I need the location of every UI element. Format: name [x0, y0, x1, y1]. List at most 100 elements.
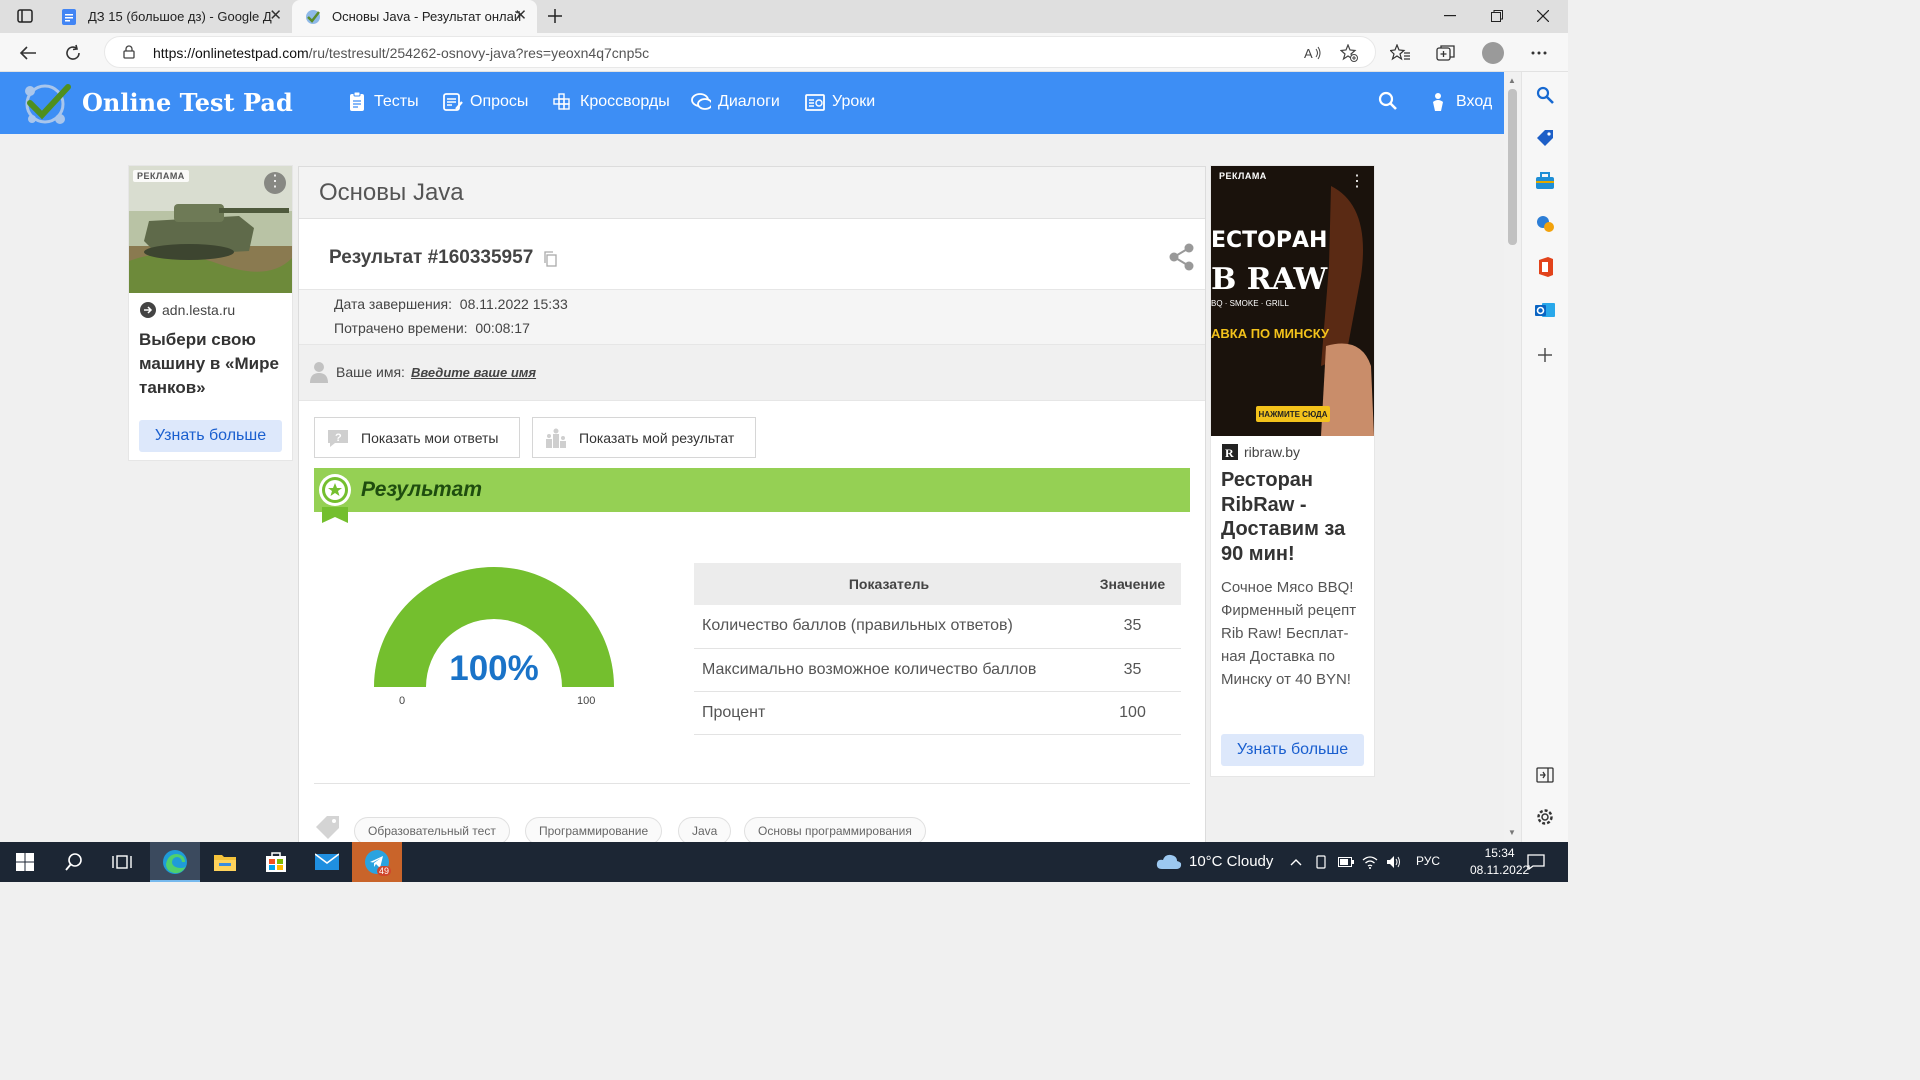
site-logo-text[interactable]: Online Test Pad: [82, 88, 293, 117]
ad-learn-more-button[interactable]: Узнать больше: [139, 420, 282, 452]
table-row: Максимально возможное количество баллов …: [694, 648, 1181, 692]
logo-icon[interactable]: [20, 79, 74, 127]
ad-left[interactable]: РЕКЛАМА ⋮ adn.lesta.ru Выбери свою машин…: [128, 165, 293, 461]
volume-icon[interactable]: [1386, 854, 1402, 870]
hide-sidebar-icon[interactable]: [1534, 764, 1556, 786]
tag-chip[interactable]: Образовательный тест: [354, 817, 510, 842]
ad-right[interactable]: РЕКЛАМА ⋮ ЕСТОРАН B RAW BQ · SMOKE · GRI…: [1210, 165, 1375, 777]
add-favorite-icon[interactable]: [1339, 43, 1359, 63]
gauge-max-label: 100: [577, 695, 596, 707]
copy-icon[interactable]: [543, 251, 557, 267]
settings-gear-icon[interactable]: [1534, 806, 1556, 828]
tag-chip[interactable]: Java: [678, 817, 732, 842]
scroll-up-icon[interactable]: ▲: [1508, 76, 1516, 85]
edge-browser-icon[interactable]: [161, 848, 189, 876]
refresh-icon[interactable]: [61, 41, 85, 65]
favorites-icon[interactable]: [1388, 41, 1412, 65]
ad-domain: adn.lesta.ru: [162, 302, 236, 318]
ad-options-icon[interactable]: ⋮: [1346, 172, 1368, 194]
ad-label: РЕКЛАМА: [1219, 171, 1267, 181]
test-title-bar: Основы Java: [299, 167, 1205, 219]
tab-title: ДЗ 15 (большое дз) - Google Д: [88, 9, 272, 24]
site-header: Online Test Pad Тесты Опросы Кроссворды …: [0, 72, 1504, 134]
menu-lessons[interactable]: Уроки: [805, 92, 875, 112]
google-docs-icon: [62, 8, 76, 25]
url-path: /ru/testresult/254262-osnovy-java?res=ye…: [308, 45, 650, 61]
task-view-icon[interactable]: [108, 848, 136, 876]
windows-taskbar: 49 10°C Cloudy РУС 15:34 08.11.2022: [0, 842, 1568, 882]
collections-icon[interactable]: [1434, 41, 1458, 65]
url-text[interactable]: https://onlinetestpad.com/ru/testresult/…: [153, 45, 649, 61]
microsoft-store-icon[interactable]: [262, 848, 290, 876]
read-aloud-icon[interactable]: A: [1303, 43, 1323, 63]
login-link[interactable]: Вход: [1430, 92, 1492, 112]
time-spent-label: Потрачено времени:: [334, 320, 468, 336]
tag-chip[interactable]: Программирование: [525, 817, 663, 842]
ad-body: Сочное Мясо BBQ! Фирменный рецепт Rib Ra…: [1221, 579, 1357, 688]
scroll-thumb[interactable]: [1508, 89, 1517, 245]
page-scrollbar[interactable]: ▲ ▼: [1504, 72, 1521, 842]
finish-date-row: Дата завершения: 08.11.2022 15:33: [334, 296, 568, 312]
column-header: Показатель: [694, 563, 1084, 605]
mail-icon[interactable]: [313, 848, 341, 876]
tab-actions-icon[interactable]: [13, 6, 37, 26]
menu-polls[interactable]: Опросы: [443, 92, 528, 112]
menu-crosswords[interactable]: Кроссворды: [553, 92, 670, 112]
result-title: Результат #160335957: [329, 247, 534, 268]
profile-avatar[interactable]: [1482, 42, 1504, 64]
outlook-icon[interactable]: [1534, 299, 1556, 321]
weather-widget[interactable]: 10°C Cloudy: [1156, 852, 1273, 870]
show-result-button[interactable]: Показать мой результат: [532, 417, 756, 458]
name-label: Ваше имя:: [336, 364, 405, 380]
battery-icon[interactable]: [1338, 854, 1354, 870]
ad-image-text: B RAW: [1211, 262, 1328, 297]
menu-tests[interactable]: Тесты: [347, 92, 419, 112]
tag-chip[interactable]: Основы программирования: [744, 817, 926, 842]
back-icon[interactable]: [16, 41, 40, 65]
add-sidebar-app-icon[interactable]: [1534, 344, 1556, 366]
search-icon[interactable]: [1378, 91, 1398, 115]
stats-table: Показатель Значение Количество баллов (п…: [694, 563, 1181, 735]
enter-name-link[interactable]: Введите ваше имя: [411, 365, 536, 380]
gauge-min-label: 0: [399, 695, 406, 707]
more-options-icon[interactable]: [1527, 41, 1551, 65]
lock-icon[interactable]: [123, 45, 135, 59]
tab-google-docs[interactable]: ДЗ 15 (большое дз) - Google Д ✕: [48, 0, 292, 33]
ad-learn-more-button[interactable]: Узнать больше: [1221, 734, 1364, 766]
input-language[interactable]: РУС: [1416, 854, 1440, 868]
clock-time: 15:34: [1484, 846, 1515, 860]
ad-options-icon[interactable]: ⋮: [264, 172, 286, 194]
clock[interactable]: 15:34 08.11.2022: [1470, 845, 1529, 879]
ad-image-text: АВКА ПО МИНСКУ: [1211, 326, 1330, 341]
address-bar[interactable]: https://onlinetestpad.com/ru/testresult/…: [104, 36, 1376, 68]
arrow-circle-icon: [140, 302, 156, 318]
tab-online-test-pad[interactable]: Основы Java - Результат онлай ✕: [292, 0, 537, 33]
close-tab-icon[interactable]: ✕: [514, 8, 527, 23]
minimize-icon[interactable]: [1440, 7, 1460, 25]
file-explorer-icon[interactable]: [211, 848, 239, 876]
notifications-icon[interactable]: [1526, 852, 1546, 872]
tray-chevron-icon[interactable]: [1288, 854, 1304, 870]
wifi-icon[interactable]: [1362, 854, 1378, 870]
windows-start-icon[interactable]: [11, 848, 39, 876]
search-icon[interactable]: [1534, 84, 1556, 106]
restore-icon[interactable]: [1487, 7, 1507, 25]
shopping-tag-icon[interactable]: [1534, 127, 1556, 149]
close-window-icon[interactable]: [1533, 7, 1553, 25]
device-icon[interactable]: [1313, 854, 1329, 870]
ad-headline: Ресторан RibRaw - Доставим за 90 мин!: [1221, 469, 1346, 565]
games-icon[interactable]: [1534, 213, 1556, 235]
menu-label: Уроки: [832, 93, 876, 110]
search-icon[interactable]: [60, 848, 88, 876]
close-tab-icon[interactable]: ✕: [269, 8, 282, 23]
menu-dialogs[interactable]: Диалоги: [691, 92, 780, 112]
share-icon[interactable]: [1169, 243, 1195, 271]
new-tab-icon[interactable]: [543, 6, 567, 26]
office-icon[interactable]: [1534, 256, 1556, 278]
scroll-down-icon[interactable]: ▼: [1508, 828, 1516, 837]
browser-nav-bar: https://onlinetestpad.com/ru/testresult/…: [0, 33, 1568, 72]
tools-icon[interactable]: [1534, 170, 1556, 192]
table-row: Процент 100: [694, 691, 1181, 735]
column-header: Значение: [1084, 563, 1181, 605]
show-answers-button[interactable]: ? Показать мои ответы: [314, 417, 520, 458]
